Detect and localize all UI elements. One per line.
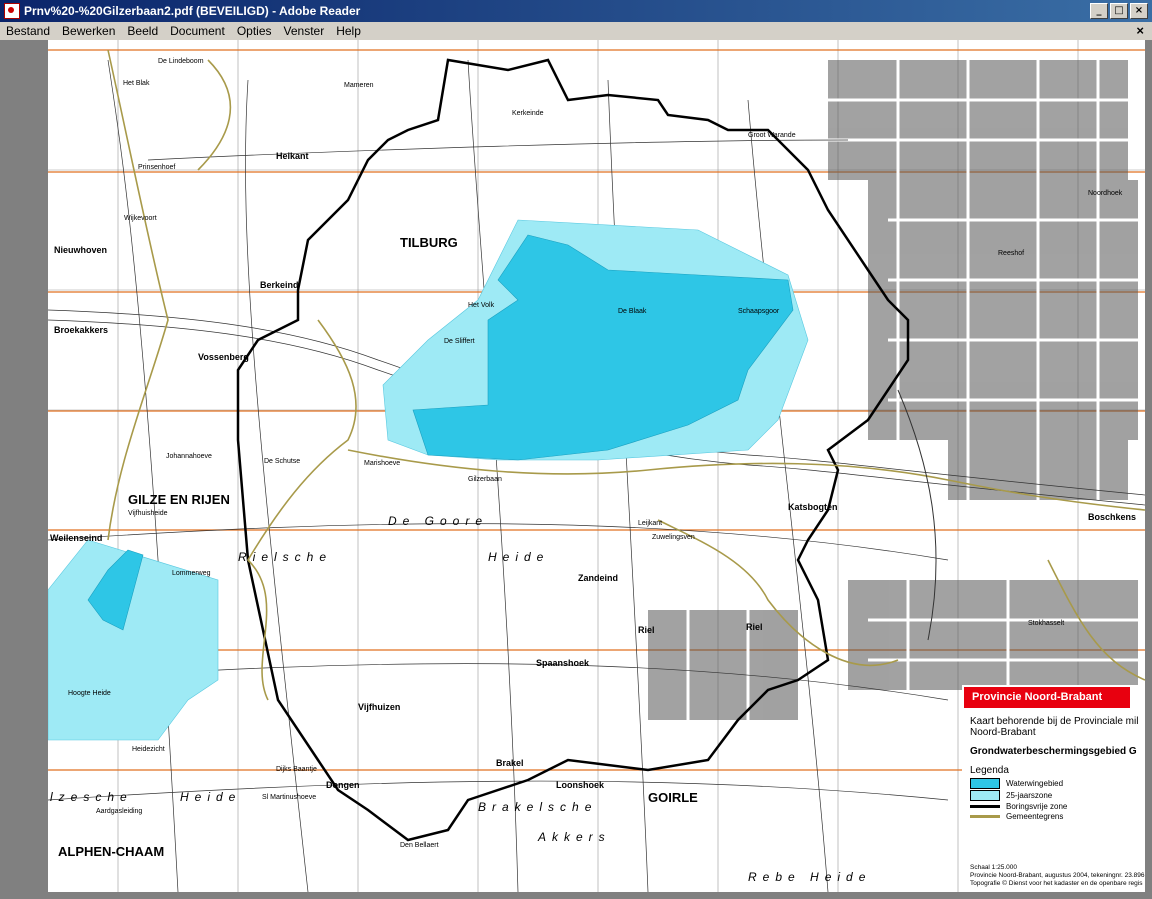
menu-bar: Bestand Bewerken Beeld Document Opties V… — [0, 22, 1152, 40]
menu-venster[interactable]: Venster — [278, 24, 331, 38]
place-label: De Blaak — [618, 308, 647, 315]
place-label: Spaanshoek — [536, 658, 590, 668]
legend-subtitle: Kaart behorende bij de Provinciale mil N… — [970, 716, 1139, 738]
heide-label: lzesche — [50, 790, 133, 804]
legend-item-25-jaarszone: 25-jaarszone — [970, 790, 1145, 801]
heide-label: Heide — [488, 550, 550, 564]
map-page[interactable]: TILBURG GILZE EN RIJEN ALPHEN-CHAAM GOIR… — [48, 40, 1145, 892]
close-document-icon[interactable]: × — [1136, 23, 1144, 38]
place-label: GILZE EN RIJEN — [128, 492, 230, 507]
place-label: Vossenberg — [198, 352, 249, 362]
swatch-boringsvrije-zone — [970, 805, 1000, 808]
legend-item-waterwingebied: Waterwingebied — [970, 778, 1145, 789]
window-title: Prnv%20-%20Gilzerbaan2.pdf (BEVEILIGD) -… — [24, 4, 361, 18]
swatch-25-jaarszone — [970, 790, 1000, 801]
menu-beeld[interactable]: Beeld — [121, 24, 164, 38]
menu-help[interactable]: Help — [330, 24, 367, 38]
place-label: Leijkant — [638, 520, 663, 527]
place-label: Hoogte Heide — [68, 690, 111, 697]
place-label: Prinsenhoef — [138, 164, 176, 171]
swatch-gemeentegrens — [970, 815, 1000, 818]
place-label: Het Volk — [468, 302, 495, 309]
place-label: Aardgasleiding — [96, 808, 143, 815]
place-label: Groot Warande — [748, 132, 796, 139]
place-label: Het Blak — [123, 80, 150, 87]
menu-bestand[interactable]: Bestand — [0, 24, 56, 38]
menu-document[interactable]: Document — [164, 24, 231, 38]
place-label: Zuwelingsven — [652, 534, 695, 541]
place-label: Den Bellaert — [400, 842, 439, 849]
place-label: Boschkens — [1088, 512, 1137, 522]
place-label: Wijkevoort — [124, 215, 157, 222]
map-legend: Provincie Noord-Brabant Kaart behorende … — [962, 685, 1145, 892]
place-label: Riel — [746, 622, 763, 632]
place-label: Brakel — [496, 758, 524, 768]
legend-header: Provincie Noord-Brabant — [964, 687, 1130, 708]
place-label: Noordhoek — [1088, 190, 1123, 197]
place-label: Dijks Baantje — [276, 766, 317, 773]
place-label: Kerkeinde — [512, 110, 544, 117]
place-label: Lommerweg — [172, 570, 211, 577]
place-label: Dongen — [326, 780, 360, 790]
menu-opties[interactable]: Opties — [231, 24, 278, 38]
place-label: Vijfhuizen — [358, 702, 401, 712]
legend-title: Grondwaterbeschermingsgebied G — [970, 746, 1137, 757]
place-label: Heikant — [276, 151, 309, 161]
legend-footer: Schaal 1:25.000 Provincie Noord-Brabant,… — [970, 864, 1145, 887]
document-area[interactable]: TILBURG GILZE EN RIJEN ALPHEN-CHAAM GOIR… — [0, 40, 1152, 899]
legend-item-boringsvrije-zone: Boringsvrije zone — [970, 802, 1145, 811]
place-label: Gilzerbaan — [468, 476, 502, 483]
pdf-icon — [4, 3, 20, 19]
place-label: Sl Martinushoeve — [262, 794, 317, 801]
heide-label: Rebe Heide — [748, 870, 872, 884]
minimize-button[interactable]: _ — [1090, 3, 1108, 19]
place-label: Katsbogten — [788, 502, 838, 512]
place-label: De Schutse — [264, 458, 301, 465]
heide-label: Akkers — [538, 830, 611, 844]
legend-heading: Legenda — [970, 765, 1009, 776]
place-label: Riel — [638, 625, 655, 635]
place-label: Zandeind — [578, 573, 618, 583]
place-label: ALPHEN-CHAAM — [58, 844, 165, 859]
place-label: GOIRLE — [648, 790, 698, 805]
place-label: TILBURG — [400, 235, 458, 250]
close-button[interactable]: × — [1130, 3, 1148, 19]
place-label: Nieuwhoven — [54, 245, 108, 255]
place-label: De Sliffert — [444, 338, 475, 345]
heide-label: Rielsche — [238, 550, 333, 564]
place-label: Mameren — [344, 82, 374, 89]
place-label: Reeshof — [998, 250, 1025, 257]
maximize-button[interactable]: □ — [1110, 3, 1128, 19]
heide-label: De Goore — [388, 514, 489, 528]
menu-bewerken[interactable]: Bewerken — [56, 24, 121, 38]
place-label: Vijfhuisheide — [128, 510, 168, 517]
heide-label: Brakelsche — [478, 800, 598, 814]
window-titlebar[interactable]: Prnv%20-%20Gilzerbaan2.pdf (BEVEILIGD) -… — [0, 0, 1152, 22]
place-label: Marishoeve — [364, 460, 401, 467]
place-label: Johannahoeve — [166, 453, 212, 460]
place-label: De Lindeboom — [158, 58, 204, 65]
legend-item-gemeentegrens: Gemeentegrens — [970, 812, 1145, 821]
place-label: Berkeind — [260, 280, 299, 290]
place-label: Stokhasselt — [1028, 620, 1065, 627]
place-label: Loonshoek — [556, 780, 605, 790]
swatch-waterwingebied — [970, 778, 1000, 789]
heide-label: Heide — [180, 790, 242, 804]
place-label: Schaapsgoor — [738, 308, 780, 315]
place-label: Weilenseind — [50, 533, 103, 543]
place-label: Heidezicht — [132, 746, 165, 753]
place-label: Broekakkers — [54, 325, 109, 335]
